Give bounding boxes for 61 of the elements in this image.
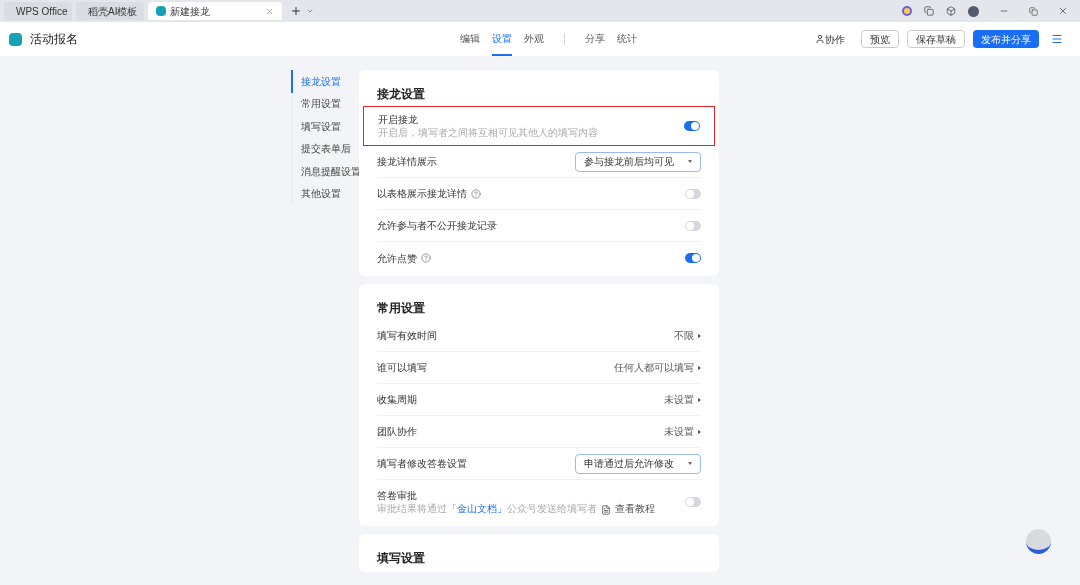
dropdown-select[interactable]: 参与接龙前后均可见: [575, 151, 701, 172]
toolbar-button[interactable]: 发布并分享: [973, 30, 1039, 48]
toggle-switch[interactable]: [684, 121, 700, 131]
row-label: 允许参与者不公开接龙记录: [377, 219, 497, 233]
avatar-icon[interactable]: [968, 5, 979, 17]
row-label: 允许点赞: [377, 251, 417, 266]
collaborate-button[interactable]: 协作: [815, 31, 845, 47]
menu-icon[interactable]: [1051, 33, 1063, 45]
toggle-switch[interactable]: [685, 220, 701, 231]
setting-value-link[interactable]: 未设置: [664, 392, 701, 407]
restore-icon[interactable]: [1029, 6, 1038, 16]
toolbar-button[interactable]: 保存草稿: [907, 30, 965, 48]
app-title: 活动报名: [30, 31, 78, 48]
row-label: 答卷审批: [377, 489, 417, 503]
row-description: 审批结果将通过「金山文档」公众号发送给填写者: [377, 503, 597, 516]
toggle-switch[interactable]: [685, 497, 701, 507]
caret-icon: [688, 160, 692, 163]
toolbar-button[interactable]: 预览: [861, 30, 899, 48]
toggle-switch[interactable]: [685, 188, 701, 199]
form-logo-icon: [156, 6, 166, 16]
nav-tab[interactable]: 统计: [617, 22, 637, 56]
row-label: 开启接龙: [378, 113, 418, 127]
toggle-switch[interactable]: [685, 253, 701, 263]
browser-tab[interactable]: 新建接龙: [148, 2, 282, 20]
nav-tab[interactable]: 设置: [492, 22, 512, 56]
browser-tab[interactable]: 稻壳AI模板: [76, 2, 144, 20]
help-icon[interactable]: [471, 188, 481, 199]
browser-tab[interactable]: WPS Office: [4, 2, 72, 20]
chevron-down-icon[interactable]: [306, 7, 314, 15]
setting-value-link[interactable]: 任何人都可以填写: [614, 360, 701, 375]
row-label: 以表格展示接龙详情: [377, 187, 467, 201]
row-label: 填写者修改答卷设置: [377, 457, 467, 471]
close-icon[interactable]: [1058, 6, 1068, 16]
dropdown-select[interactable]: 申请通过后允许修改: [575, 453, 701, 474]
nav-tab[interactable]: 外观: [524, 22, 544, 56]
cube-icon[interactable]: [946, 6, 956, 16]
assistant-bot-icon[interactable]: [1026, 529, 1051, 554]
document-icon: [601, 504, 611, 515]
app-logo-icon: [9, 32, 22, 46]
person-icon: [815, 34, 825, 44]
row-label: 收集周期: [377, 393, 417, 407]
new-tab-icon[interactable]: [290, 5, 302, 17]
tutorial-link[interactable]: 查看教程: [615, 503, 655, 516]
row-label: 填写有效时间: [377, 329, 437, 343]
help-icon[interactable]: [421, 253, 431, 263]
section-title: 接龙设置: [377, 86, 426, 103]
setting-value-link[interactable]: 不限: [674, 328, 701, 343]
section-title: 填写设置: [377, 550, 426, 567]
setting-value-link[interactable]: 未设置: [664, 424, 701, 439]
account-link[interactable]: 「金山文档」: [447, 503, 507, 515]
caret-icon: [688, 462, 692, 465]
copy-icon[interactable]: [924, 6, 934, 16]
row-label: 谁可以填写: [377, 361, 427, 375]
row-description: 开启后，填写者之间将互相可见其他人的填写内容: [378, 127, 598, 140]
row-label: 团队协作: [377, 425, 417, 439]
section-title: 常用设置: [377, 300, 426, 317]
close-icon[interactable]: [265, 6, 274, 16]
assistant-icon[interactable]: [902, 6, 912, 16]
nav-tab[interactable]: 编辑: [460, 22, 480, 56]
nav-tab[interactable]: 分享: [585, 22, 605, 56]
row-label: 接龙详情展示: [377, 155, 437, 169]
